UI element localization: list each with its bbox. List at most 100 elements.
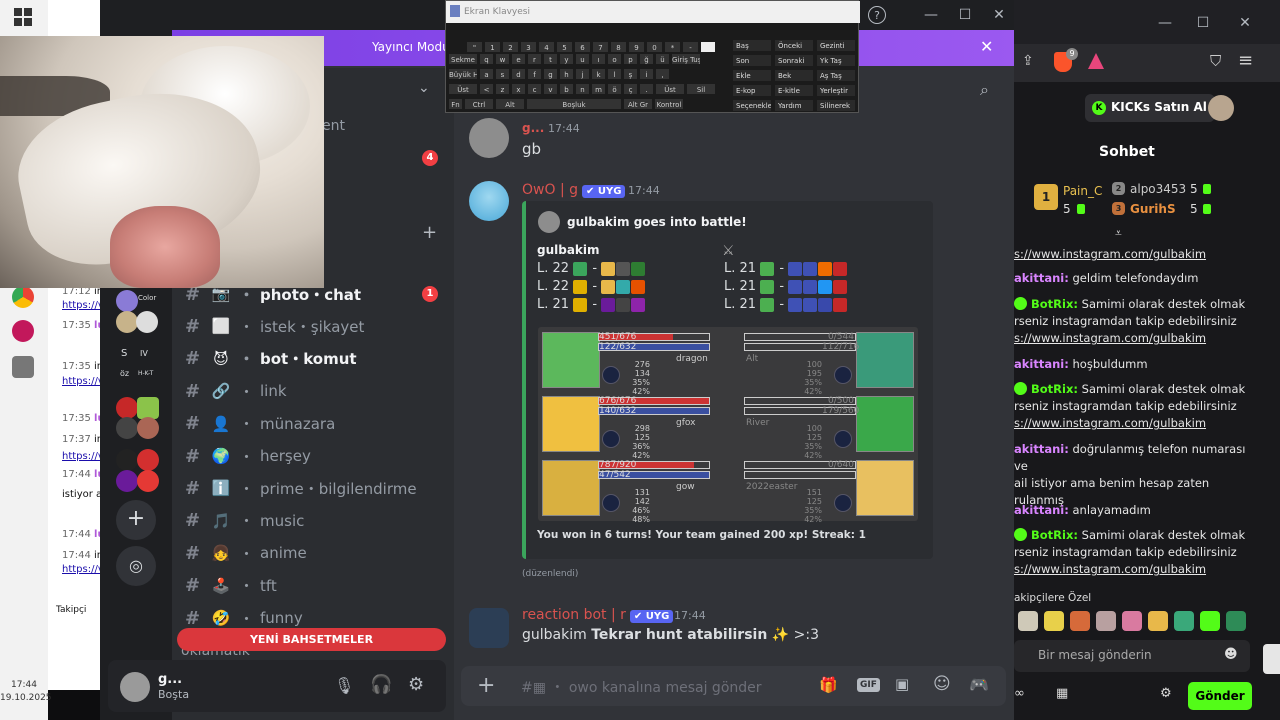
add-channel-icon[interactable]: +: [422, 222, 437, 243]
osk-key[interactable]: 7: [592, 41, 609, 53]
server-label[interactable]: IV: [140, 349, 148, 358]
osk-key[interactable]: ş: [623, 68, 638, 80]
chevron-down-icon[interactable]: ⌄: [418, 80, 430, 96]
osk-key[interactable]: z: [495, 83, 510, 95]
message-user[interactable]: akittani:: [1014, 503, 1069, 517]
leader-name[interactable]: GurihS: [1130, 202, 1176, 216]
message-link[interactable]: s://www.instagram.com/gulbakim: [1014, 562, 1206, 576]
buy-kicks-button[interactable]: K KICKs Satın Al: [1085, 94, 1215, 122]
osk-key[interactable]: Sil: [686, 83, 716, 95]
minimize-icon[interactable]: —: [1156, 14, 1174, 32]
osk-key[interactable]: n: [575, 83, 590, 95]
osk-key[interactable]: u: [575, 53, 590, 65]
osk-nav-key[interactable]: Baş: [732, 39, 772, 52]
osk-key[interactable]: Üst: [655, 83, 685, 95]
osk-key[interactable]: 1: [484, 41, 501, 53]
osk-key[interactable]: Ctrl: [464, 98, 494, 110]
message-author[interactable]: g...: [522, 121, 544, 135]
osk-key[interactable]: Alt Gr: [623, 98, 653, 110]
osk-key[interactable]: ü: [655, 53, 670, 65]
row-text[interactable]: https://v: [62, 451, 100, 462]
osk-key[interactable]: 5: [556, 41, 573, 53]
microphone-icon[interactable]: 🎙: [334, 676, 354, 695]
osk-key[interactable]: 9: [628, 41, 645, 53]
search-icon[interactable]: ⌕: [980, 80, 989, 100]
osk-key[interactable]: 3: [520, 41, 537, 53]
osk-key[interactable]: v: [543, 83, 558, 95]
osk-key[interactable]: f: [527, 68, 542, 80]
emoji-icon[interactable]: ☻: [1224, 647, 1238, 662]
osk-nav-key[interactable]: Seçenekler: [732, 99, 772, 112]
collapse-icon[interactable]: ⩡: [1115, 226, 1122, 241]
message-user[interactable]: akittani:: [1014, 271, 1069, 285]
osk-key[interactable]: t: [543, 53, 558, 65]
maximize-icon[interactable]: ☐: [956, 6, 974, 24]
emoji-icon[interactable]: ☺: [933, 674, 951, 694]
server-icon[interactable]: [137, 470, 159, 492]
minimize-icon[interactable]: —: [922, 6, 940, 24]
osk-key[interactable]: [700, 41, 716, 53]
channel-3[interactable]: # 🔗 ・ link: [185, 378, 287, 404]
leader-name[interactable]: alpo3453: [1130, 182, 1186, 196]
osk-key[interactable]: -: [682, 41, 699, 53]
osk-key[interactable]: 2: [502, 41, 519, 53]
osk-key[interactable]: <: [479, 83, 494, 95]
osk-key[interactable]: x: [511, 83, 526, 95]
osk-key[interactable]: Fn: [448, 98, 463, 110]
osk-key[interactable]: c: [527, 83, 542, 95]
message-user[interactable]: BotRix:: [1031, 528, 1078, 542]
chrome-icon[interactable]: [12, 286, 34, 308]
server-label[interactable]: H-K-T: [138, 370, 153, 377]
osk-key[interactable]: ö: [607, 83, 622, 95]
osk-key[interactable]: a: [479, 68, 494, 80]
clock-date[interactable]: 19.10.2025: [0, 693, 52, 703]
kick-chat-input[interactable]: Bir mesaj gönderin ☻: [1014, 640, 1250, 672]
osk-key[interactable]: Boşluk: [526, 98, 622, 110]
osk-key[interactable]: 4: [538, 41, 555, 53]
osk-key[interactable]: h: [559, 68, 574, 80]
settings-gear-icon[interactable]: ⚙: [1160, 686, 1172, 701]
app-icon[interactable]: [12, 320, 34, 342]
channel-7[interactable]: # 🎵 ・ music: [185, 508, 304, 534]
osk-nav-key[interactable]: Aş Taş: [816, 69, 856, 82]
add-attachment-icon[interactable]: +: [477, 673, 495, 698]
message-input[interactable]: #▦ ・ owo kanalına mesaj gönder: [521, 677, 762, 697]
osk-key[interactable]: p: [623, 53, 638, 65]
osk-key[interactable]: Üst: [448, 83, 478, 95]
channel-6[interactable]: # ℹ️ ・ prime・bilgilendirme: [185, 475, 417, 501]
osk-key[interactable]: w: [495, 53, 510, 65]
activities-icon[interactable]: 🎮: [969, 675, 989, 694]
brave-rewards-icon[interactable]: [1088, 53, 1104, 69]
help-icon[interactable]: ?: [868, 6, 886, 24]
headphones-icon[interactable]: 🎧: [370, 674, 392, 695]
server-label[interactable]: öz: [120, 369, 129, 378]
osk-key[interactable]: q: [479, 53, 494, 65]
leader-name[interactable]: Pain_C: [1063, 184, 1102, 198]
osk-nav-key[interactable]: Yardım: [774, 99, 814, 112]
vpn-shield-icon[interactable]: ⛉: [1210, 52, 1221, 70]
osk-key[interactable]: b: [559, 83, 574, 95]
osk-nav-key[interactable]: Bek: [774, 69, 814, 82]
row-text[interactable]: https://v: [62, 564, 100, 575]
message-user[interactable]: akittani:: [1014, 357, 1069, 371]
emote-icon[interactable]: [1070, 611, 1090, 631]
message-user[interactable]: akittani:: [1014, 442, 1069, 456]
maximize-icon[interactable]: ☐: [1194, 14, 1212, 32]
side-panel-tab[interactable]: [1263, 644, 1280, 674]
server-icon[interactable]: [116, 311, 138, 333]
clock-time[interactable]: 17:44: [0, 680, 48, 690]
channel-4[interactable]: # 👤 ・ münazara: [185, 411, 335, 437]
message-link[interactable]: s://www.instagram.com/gulbakim: [1014, 416, 1206, 430]
osk-key[interactable]: ": [466, 41, 483, 53]
osk-key[interactable]: e: [511, 53, 526, 65]
osk-key[interactable]: ,: [655, 68, 670, 80]
avatar[interactable]: [120, 672, 150, 702]
osk-key[interactable]: 6: [574, 41, 591, 53]
author-name[interactable]: reaction bot | r: [522, 607, 626, 623]
message-link[interactable]: s://www.instagram.com/gulbakim: [1014, 247, 1206, 261]
send-button[interactable]: Gönder: [1188, 682, 1252, 710]
message-link[interactable]: s://www.instagram.com/gulbakim: [1014, 331, 1206, 345]
author-name[interactable]: OwO | g: [522, 182, 578, 198]
osk-key[interactable]: i: [639, 68, 654, 80]
osk-key[interactable]: Kontrol: [654, 98, 684, 110]
